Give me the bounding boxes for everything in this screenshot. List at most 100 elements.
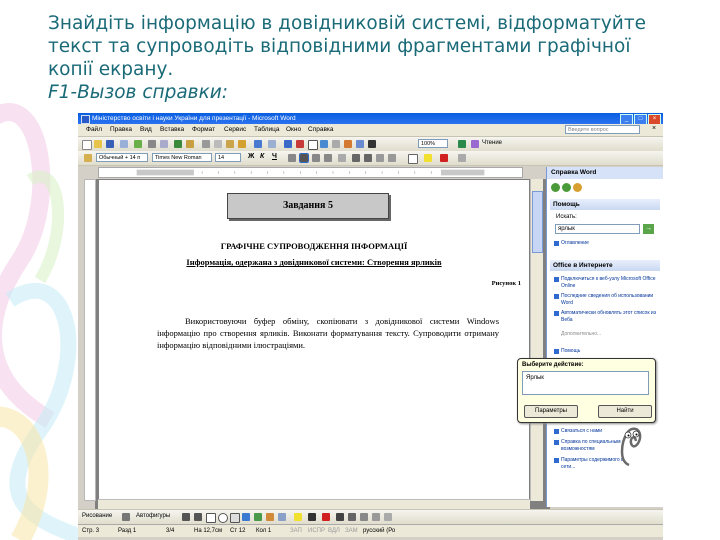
ask-question-input[interactable]: Введите вопрос	[565, 125, 640, 134]
menu-view[interactable]: Вид	[140, 126, 152, 133]
arrow-style-icon[interactable]	[360, 513, 368, 521]
font-color-icon[interactable]	[440, 154, 448, 162]
diagram-icon[interactable]	[254, 513, 262, 521]
document-map-icon[interactable]	[356, 140, 364, 148]
assistant-query-input[interactable]: Ярлык	[522, 371, 649, 395]
3d-icon[interactable]	[384, 513, 392, 521]
document-page[interactable]: Завдання 5 ГРАФІЧНЕ СУПРОВОДЖЕННЯ ІНФОРМ…	[99, 180, 529, 515]
home-icon[interactable]	[573, 183, 582, 192]
copy-icon[interactable]	[214, 140, 222, 148]
zoom-select[interactable]: 100%	[418, 139, 448, 148]
menu-edit[interactable]: Правка	[110, 126, 132, 133]
toc-link[interactable]: Оглавление	[561, 240, 661, 247]
status-trk[interactable]: ИСПР	[308, 525, 325, 537]
read-button[interactable]: Чтение	[482, 140, 502, 146]
align-left-icon[interactable]	[288, 154, 296, 162]
options-button[interactable]: Параметры	[524, 405, 578, 418]
print-icon[interactable]	[148, 140, 156, 148]
format-painter-icon[interactable]	[238, 140, 246, 148]
decrease-indent-icon[interactable]	[376, 154, 384, 162]
line-style-icon[interactable]	[336, 513, 344, 521]
size-select[interactable]: 14	[215, 153, 241, 162]
border-icon[interactable]	[408, 154, 418, 164]
menu-tools[interactable]: Сервис	[224, 126, 246, 133]
italic-button[interactable]: К	[260, 153, 264, 160]
hyperlink-icon[interactable]	[284, 140, 292, 148]
office-assistant-clippy-icon[interactable]	[617, 423, 647, 469]
dash-style-icon[interactable]	[348, 513, 356, 521]
line-color-icon[interactable]	[308, 513, 316, 521]
permission-icon[interactable]	[120, 140, 128, 148]
text-box-icon[interactable]	[230, 513, 240, 523]
clipart-icon[interactable]	[266, 513, 274, 521]
back-arrow-icon[interactable]	[551, 183, 560, 192]
select-objects-icon[interactable]	[122, 513, 130, 521]
menu-file[interactable]: Файл	[86, 126, 102, 133]
justify-icon[interactable]	[324, 154, 332, 162]
research-icon[interactable]	[186, 140, 194, 148]
menu-window[interactable]: Окно	[286, 126, 301, 133]
show-hide-icon[interactable]	[368, 140, 376, 148]
open-icon[interactable]	[94, 140, 102, 148]
increase-indent-icon[interactable]	[388, 154, 396, 162]
oval-icon[interactable]	[218, 513, 228, 523]
help-icon[interactable]	[458, 140, 466, 148]
more-link[interactable]: Дополнительно...	[561, 331, 661, 338]
picture-icon[interactable]	[278, 513, 286, 521]
bold-button[interactable]: Ж	[248, 153, 254, 160]
vertical-scrollbar[interactable]	[530, 179, 543, 501]
line-icon[interactable]	[182, 513, 190, 521]
bullets-icon[interactable]	[364, 154, 372, 162]
help-link[interactable]: Помощь	[561, 348, 661, 355]
vertical-ruler[interactable]	[84, 179, 96, 501]
redo-icon[interactable]	[268, 140, 276, 148]
menu-insert[interactable]: Вставка	[160, 126, 184, 133]
status-rec[interactable]: ЗАП	[290, 525, 302, 537]
scroll-thumb[interactable]	[532, 191, 543, 253]
status-ext[interactable]: ВДЛ	[328, 525, 340, 537]
online-link-3[interactable]: Автоматически обновлять этот список из В…	[561, 310, 661, 323]
undo-icon[interactable]	[254, 140, 262, 148]
wordart-icon[interactable]	[242, 513, 250, 521]
columns-icon[interactable]	[332, 140, 340, 148]
help-search-input[interactable]: ярлык	[555, 224, 640, 234]
online-link-1[interactable]: Подключиться к веб-узлу Microsoft Office…	[561, 276, 661, 289]
numbering-icon[interactable]	[352, 154, 360, 162]
shadow-icon[interactable]	[372, 513, 380, 521]
align-right-icon[interactable]	[312, 154, 320, 162]
fill-color-icon[interactable]	[294, 513, 302, 521]
underline-button[interactable]: Ч	[272, 153, 277, 160]
menu-table[interactable]: Таблица	[254, 126, 280, 133]
print-preview-icon[interactable]	[160, 140, 168, 148]
insert-excel-icon[interactable]	[320, 140, 328, 148]
draw-menu[interactable]: Рисование	[82, 513, 112, 519]
forward-arrow-icon[interactable]	[562, 183, 571, 192]
online-link-2[interactable]: Последние сведения об использовании Word	[561, 293, 661, 306]
new-doc-icon[interactable]	[82, 140, 92, 150]
font-color-draw-icon[interactable]	[322, 513, 330, 521]
arrow-icon[interactable]	[194, 513, 202, 521]
drawing-icon[interactable]	[344, 140, 352, 148]
autoshapes-menu[interactable]: Автофигуры	[136, 513, 170, 519]
window-titlebar[interactable]: Міністерство освіти і науки України для …	[78, 113, 663, 125]
highlight-icon[interactable]	[424, 154, 432, 162]
status-ovr[interactable]: ЗАМ	[345, 525, 358, 537]
line-spacing-icon[interactable]	[338, 154, 346, 162]
email-icon[interactable]	[134, 140, 142, 148]
read-icon[interactable]	[471, 140, 479, 148]
paste-icon[interactable]	[226, 140, 234, 148]
tables-borders-icon[interactable]	[296, 140, 304, 148]
toolbar-options-icon[interactable]	[458, 154, 466, 162]
doc-close-icon[interactable]: ×	[652, 125, 656, 132]
font-select[interactable]: Times New Roman	[152, 153, 212, 162]
menu-help[interactable]: Справка	[308, 126, 334, 133]
rectangle-icon[interactable]	[206, 513, 216, 523]
horizontal-ruler[interactable]	[98, 167, 523, 178]
spelling-icon[interactable]	[174, 140, 182, 148]
styles-pane-icon[interactable]	[84, 154, 92, 162]
cut-icon[interactable]	[202, 140, 210, 148]
save-icon[interactable]	[106, 140, 114, 148]
search-button[interactable]: Найти	[598, 405, 652, 418]
search-go-arrow-icon[interactable]: →	[643, 224, 654, 234]
align-center-icon[interactable]	[299, 153, 309, 163]
